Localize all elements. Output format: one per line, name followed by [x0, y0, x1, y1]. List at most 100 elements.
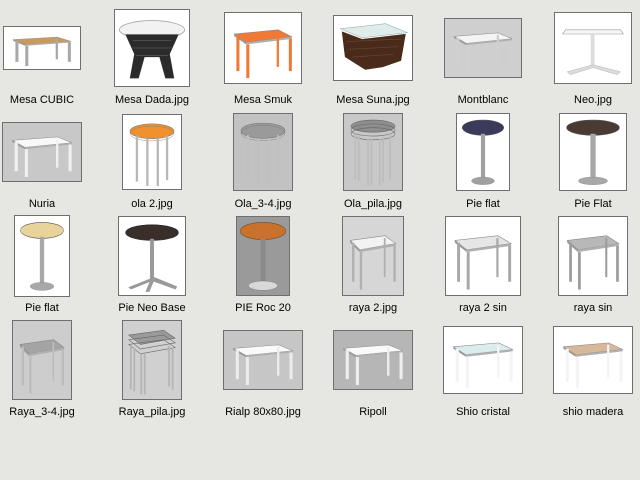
thumbnail-area [208, 6, 318, 90]
file-icon-item[interactable]: Mesa Suna.jpg [318, 6, 428, 110]
table-image [334, 16, 412, 80]
file-icon-item[interactable]: Shio cristal [428, 318, 538, 422]
file-icon-item[interactable]: Raya_pila.jpg [97, 318, 207, 422]
file-name-label: Ripoll [359, 406, 387, 418]
file-name-label: Ola_3-4.jpg [234, 198, 292, 210]
thumbnail-frame[interactable] [559, 113, 627, 191]
thumbnail-area [318, 110, 428, 194]
thumbnail-frame[interactable] [236, 216, 290, 296]
file-icon-item[interactable]: Pie Neo Base [97, 214, 207, 318]
thumbnail-area [0, 318, 97, 402]
file-name-label: raya 2.jpg [348, 302, 398, 314]
thumbnail-grid: Mesa CUBIC Mesa Dada.jpg Mesa Smuk Mesa Sun… [0, 0, 640, 480]
file-icon-item[interactable]: Raya_3-4.jpg [0, 318, 97, 422]
file-name-label: Mesa CUBIC [9, 94, 75, 106]
file-name-label: Mesa Suna.jpg [336, 94, 410, 106]
table-image [234, 114, 292, 190]
table-image [446, 217, 520, 295]
table-image [237, 217, 289, 295]
file-name-label: Pie Flat [574, 198, 612, 210]
file-icon-item[interactable]: Mesa Smuk [208, 6, 318, 110]
thumbnail-frame[interactable] [14, 215, 70, 297]
table-image [343, 217, 403, 295]
table-image [344, 114, 402, 190]
file-name-label: Rialp 80x80.jpg [225, 406, 301, 418]
thumbnail-frame[interactable] [12, 320, 72, 400]
thumbnail-frame[interactable] [342, 216, 404, 296]
table-image [123, 115, 181, 189]
table-image [115, 10, 189, 86]
thumbnail-area [208, 318, 318, 402]
thumbnail-frame[interactable] [333, 330, 413, 390]
file-icon-item[interactable]: Mesa Dada.jpg [97, 6, 207, 110]
thumbnail-frame[interactable] [554, 12, 632, 84]
file-icon-item[interactable]: raya sin [538, 214, 640, 318]
table-image [13, 321, 71, 399]
table-image [3, 123, 81, 181]
table-image [123, 321, 181, 399]
file-name-label: raya sin [573, 302, 613, 314]
file-icon-item[interactable]: Rialp 80x80.jpg [208, 318, 318, 422]
file-icon-item[interactable]: Pie flat [428, 110, 538, 214]
file-icon-item[interactable]: ola 2.jpg [97, 110, 207, 214]
thumbnail-frame[interactable] [553, 326, 633, 394]
thumbnail-frame[interactable] [114, 9, 190, 87]
file-name-label: raya 2 sin [459, 302, 507, 314]
thumbnail-area [428, 214, 538, 298]
file-icon-item[interactable]: Ripoll [318, 318, 428, 422]
table-image [457, 114, 509, 190]
thumbnail-area [318, 6, 428, 90]
thumbnail-frame[interactable] [2, 122, 82, 182]
thumbnail-frame[interactable] [456, 113, 510, 191]
thumbnail-area [538, 318, 640, 402]
thumbnail-frame[interactable] [333, 15, 413, 81]
table-image [119, 217, 185, 295]
thumbnail-frame[interactable] [224, 12, 302, 84]
table-image [4, 27, 80, 69]
thumbnail-area [97, 110, 207, 194]
file-name-label: PIE Roc 20 [235, 302, 291, 314]
thumbnail-area [538, 214, 640, 298]
file-name-label: Neo.jpg [574, 94, 612, 106]
table-image [560, 114, 626, 190]
thumbnail-area [208, 214, 318, 298]
thumbnail-area [0, 110, 97, 194]
file-name-label: Mesa Smuk [233, 94, 293, 106]
file-name-label: ola 2.jpg [131, 198, 173, 210]
table-image [15, 216, 69, 296]
thumbnail-frame[interactable] [118, 216, 186, 296]
thumbnail-area [97, 214, 207, 298]
file-icon-item[interactable]: Mesa CUBIC [0, 6, 97, 110]
thumbnail-frame[interactable] [223, 330, 303, 390]
thumbnail-frame[interactable] [443, 326, 523, 394]
file-icon-item[interactable]: Ola_pila.jpg [318, 110, 428, 214]
thumbnail-frame[interactable] [122, 320, 182, 400]
file-icon-item[interactable]: Pie flat [0, 214, 97, 318]
file-icon-item[interactable]: Neo.jpg [538, 6, 640, 110]
file-icon-item[interactable]: PIE Roc 20 [208, 214, 318, 318]
table-image [334, 331, 412, 389]
thumbnail-area [538, 6, 640, 90]
thumbnail-area [538, 110, 640, 194]
file-icon-item[interactable]: raya 2.jpg [318, 214, 428, 318]
thumbnail-frame[interactable] [122, 114, 182, 190]
file-icon-item[interactable]: Pie Flat [538, 110, 640, 214]
file-name-label: Raya_3-4.jpg [9, 406, 75, 418]
thumbnail-frame[interactable] [445, 216, 521, 296]
file-name-label: Shio cristal [456, 406, 510, 418]
file-icon-item[interactable]: Montblanc [428, 6, 538, 110]
thumbnail-frame[interactable] [343, 113, 403, 191]
thumbnail-frame[interactable] [444, 18, 522, 78]
thumbnail-frame[interactable] [3, 26, 81, 70]
table-image [444, 327, 522, 393]
file-icon-item[interactable]: raya 2 sin [428, 214, 538, 318]
table-image [225, 13, 301, 83]
file-icon-item[interactable]: Ola_3-4.jpg [208, 110, 318, 214]
table-image [224, 331, 302, 389]
thumbnail-frame[interactable] [233, 113, 293, 191]
file-icon-item[interactable]: shio madera [538, 318, 640, 422]
file-icon-item[interactable]: Nuria [0, 110, 97, 214]
thumbnail-frame[interactable] [558, 216, 628, 296]
file-name-label: Mesa Dada.jpg [115, 94, 189, 106]
file-name-label: Pie Neo Base [118, 302, 186, 314]
